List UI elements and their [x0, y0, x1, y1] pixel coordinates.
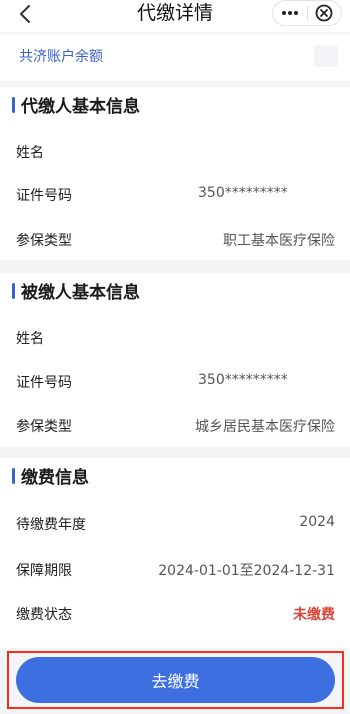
row-value: 职工基本医疗保险 — [223, 233, 335, 249]
payment-year-row: 待缴费年度 2024 — [0, 512, 350, 536]
section-accent-bar — [12, 283, 15, 299]
payment-status-row: 缴费状态 未缴费 — [0, 602, 350, 626]
balance-placeholder-graphic — [314, 45, 338, 67]
payer-id-row: 证件号码 350********* — [0, 183, 350, 207]
row-label: 缴费状态 — [16, 607, 72, 623]
close-icon — [315, 4, 333, 22]
chevron-left-icon — [20, 5, 30, 23]
section-accent-bar — [12, 97, 15, 113]
pay-button-highlight: 去缴费 — [7, 651, 344, 709]
payee-section-header: 被缴人基本信息 — [0, 273, 350, 311]
section-accent-bar — [12, 468, 15, 484]
payment-section-header: 缴费信息 — [0, 458, 350, 496]
row-label: 姓名 — [16, 331, 44, 347]
payee-id-row: 证件号码 350********* — [0, 370, 350, 394]
section-title: 缴费信息 — [21, 468, 89, 488]
row-value: 350********* — [198, 185, 288, 201]
payer-section-header: 代缴人基本信息 — [0, 87, 350, 125]
row-label: 姓名 — [16, 145, 44, 161]
row-label: 参保类型 — [16, 233, 72, 249]
row-label: 待缴费年度 — [16, 517, 86, 533]
row-label: 证件号码 — [16, 188, 72, 204]
row-value: 2024 — [299, 514, 335, 530]
row-label: 证件号码 — [16, 375, 72, 391]
payer-info-card: 代缴人基本信息 姓名 证件号码 350********* 参保类型 职工基本医疗… — [0, 87, 350, 260]
payee-insurance-row: 参保类型 城乡居民基本医疗保险 — [0, 414, 350, 438]
more-icon — [281, 11, 298, 15]
balance-label[interactable]: 共济账户余额 — [19, 46, 103, 66]
more-button[interactable] — [273, 1, 307, 25]
pay-button[interactable]: 去缴费 — [16, 657, 335, 703]
section-title: 被缴人基本信息 — [21, 283, 140, 303]
row-value: 城乡居民基本医疗保险 — [195, 419, 335, 435]
account-balance-strip[interactable]: 共济账户余额 — [0, 35, 350, 81]
back-button[interactable] — [10, 0, 40, 28]
nav-bar: 代缴详情 — [0, 0, 350, 32]
close-button[interactable] — [308, 1, 342, 25]
payment-info-card: 缴费信息 待缴费年度 2024 保障期限 2024-01-01至2024-12-… — [0, 458, 350, 648]
payer-insurance-row: 参保类型 职工基本医疗保险 — [0, 228, 350, 252]
section-title: 代缴人基本信息 — [21, 97, 140, 117]
status-badge: 未缴费 — [293, 607, 335, 623]
row-value: 2024-01-01至2024-12-31 — [158, 563, 335, 579]
payer-name-row: 姓名 — [0, 140, 350, 164]
row-label: 参保类型 — [16, 419, 72, 435]
row-value: 350********* — [198, 372, 288, 388]
payee-info-card: 被缴人基本信息 姓名 证件号码 350********* 参保类型 城乡居民基本… — [0, 273, 350, 447]
row-label: 保障期限 — [16, 563, 72, 579]
payee-name-row: 姓名 — [0, 326, 350, 350]
coverage-period-row: 保障期限 2024-01-01至2024-12-31 — [0, 558, 350, 582]
mini-program-capsule — [272, 0, 342, 26]
